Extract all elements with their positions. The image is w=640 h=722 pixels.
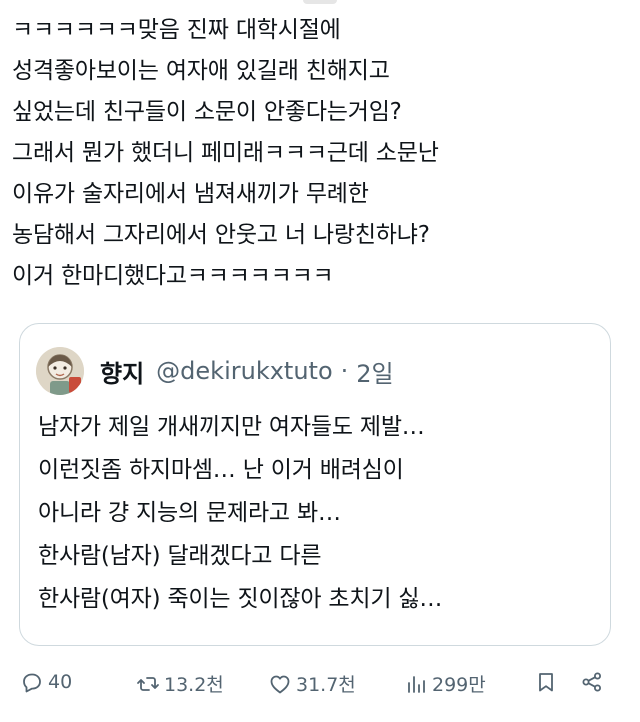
- quoted-line: 이런짓좀 하지마셈… 난 이거 배려심이: [38, 457, 404, 483]
- quoted-author-handle[interactable]: @dekirukxtuto: [156, 357, 332, 385]
- quoted-line: 한사람(여자) 죽이는 짓이잖아 초치기 싫…: [38, 586, 443, 612]
- tweet-line: 이유가 술자리에서 냄져새끼가 무례한: [12, 181, 369, 207]
- bookmark-icon: [539, 673, 553, 692]
- tweet-line: ㅋㅋㅋㅋㅋㅋ맞음 진짜 대학시절에: [12, 17, 341, 43]
- quoted-line: 아니라 걍 지능의 문제라고 봐…: [38, 500, 341, 526]
- reply-icon: [23, 673, 41, 693]
- quoted-tweet-card[interactable]: 향지 @dekirukxtuto · 2일 남자가 제일 개새끼지만 여자들도 …: [19, 323, 611, 646]
- retweet-button[interactable]: 13.2천: [136, 670, 224, 697]
- heart-icon: [270, 675, 290, 693]
- views-button[interactable]: 299만: [404, 670, 486, 697]
- quoted-tweet-header: 향지 @dekirukxtuto · 2일: [36, 346, 394, 396]
- tweet-line: 농담해서 그자리에서 안웃고 너 나랑친하냐?: [12, 222, 430, 248]
- tweet-line: 이거 한마디했다고ㅋㅋㅋㅋㅋㅋㅋ: [12, 263, 334, 289]
- bookmark-button[interactable]: [534, 670, 558, 694]
- reply-count: 40: [48, 671, 73, 693]
- tweet-text: ㅋㅋㅋㅋㅋㅋ맞음 진짜 대학시절에 성격좋아보이는 여자애 있길래 친해지고 싶…: [12, 10, 628, 297]
- quoted-timestamp[interactable]: 2일: [356, 354, 393, 389]
- top-edge: [0, 0, 640, 6]
- top-edge-mark: [303, 0, 337, 4]
- avatar-image: [36, 347, 84, 395]
- retweet-icon: [137, 676, 159, 691]
- quoted-author-name[interactable]: 향지: [100, 354, 144, 389]
- avatar[interactable]: [36, 347, 84, 395]
- views-count: 299만: [432, 674, 486, 696]
- tweet-line: 싶었는데 친구들이 소문이 안좋다는거임?: [12, 99, 402, 125]
- share-icon: [582, 672, 601, 692]
- quoted-line: 남자가 제일 개새끼지만 여자들도 제발…: [38, 414, 425, 440]
- quoted-line: 한사람(남자) 달래겠다고 다른: [38, 543, 322, 569]
- reply-button[interactable]: 40: [20, 670, 72, 694]
- retweet-count: 13.2천: [164, 674, 224, 696]
- share-button[interactable]: [580, 670, 604, 694]
- views-icon: [408, 675, 425, 693]
- like-count: 31.7천: [296, 674, 356, 696]
- tweet-line: 그래서 뭔가 했더니 페미래ㅋㅋㅋ근데 소문난: [12, 140, 439, 166]
- quoted-tweet-text: 남자가 제일 개새끼지만 여자들도 제발… 이런짓좀 하지마셈… 난 이거 배려…: [38, 406, 598, 621]
- tweet-line: 성격좋아보이는 여자애 있길래 친해지고: [12, 58, 390, 84]
- like-button[interactable]: 31.7천: [268, 670, 356, 697]
- action-bar: 40 13.2천 31.7천 299만: [0, 664, 640, 708]
- dot-separator: ·: [340, 357, 349, 385]
